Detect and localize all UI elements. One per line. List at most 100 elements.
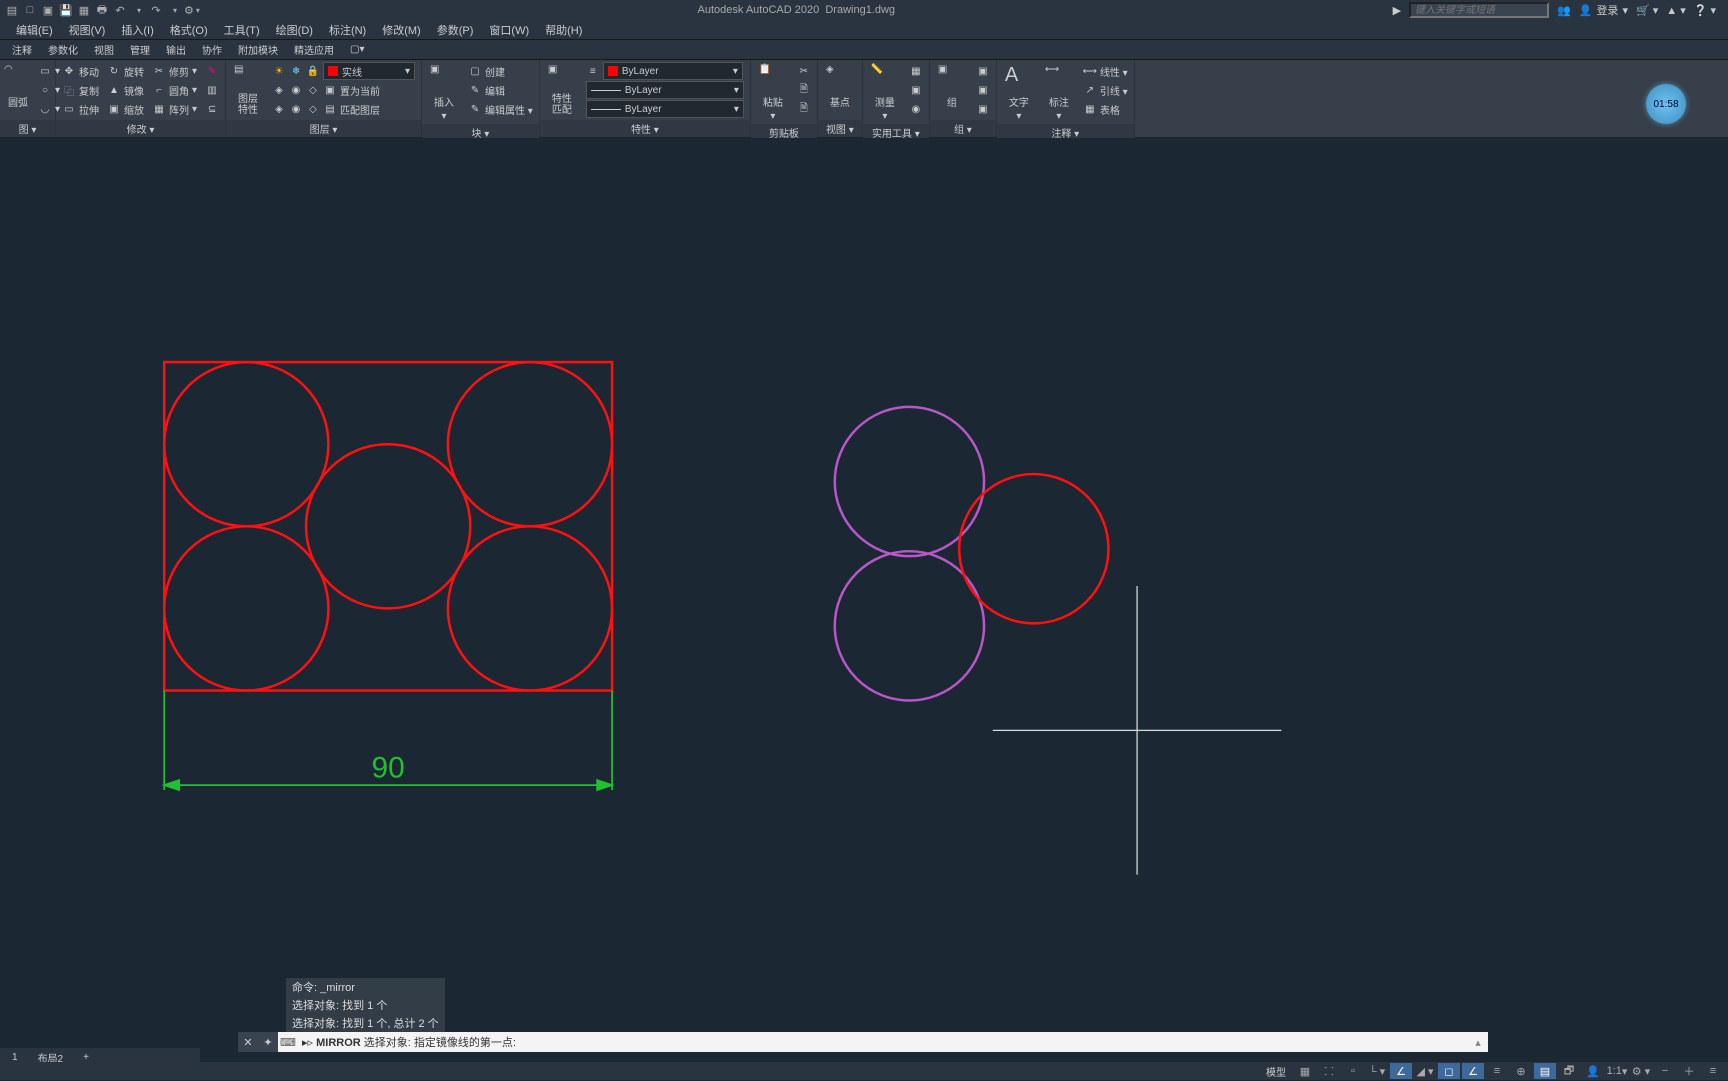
group-button[interactable]: ▣ 组 — [934, 62, 970, 111]
cut-button[interactable]: ✂ — [795, 62, 813, 80]
explode-button[interactable]: ▥ — [203, 81, 221, 99]
copybase-button[interactable]: 🗎 — [795, 100, 813, 118]
color-dropdown[interactable]: ByLayer▾ — [603, 62, 743, 80]
undo-dropdown[interactable] — [130, 2, 146, 18]
fillet-button[interactable]: ⌐圆角 ▾ — [150, 81, 199, 99]
status-zoom-out[interactable]: − — [1654, 1063, 1676, 1079]
saveas-icon[interactable]: ▦ — [76, 2, 92, 18]
layer-match-button[interactable]: ◈◉◇ ▤匹配图层 — [270, 100, 417, 118]
util-2[interactable]: ▣ — [907, 81, 925, 99]
tab-featured[interactable]: 精选应用 — [286, 40, 342, 59]
util-3[interactable]: ◉ — [907, 100, 925, 118]
layer-setcurrent-button[interactable]: ◈◉◇ ▣置为当前 — [270, 81, 417, 99]
modify-panel-title[interactable]: 修改 ▾ — [56, 120, 225, 137]
help-icon[interactable]: ❔ ▾ — [1694, 4, 1716, 17]
trim-button[interactable]: ✂修剪 ▾ — [150, 62, 199, 80]
signin-icon[interactable]: 👥 — [1557, 4, 1571, 17]
open-icon[interactable]: ▣ — [40, 2, 56, 18]
status-osnap[interactable]: ◻ — [1438, 1063, 1460, 1079]
new-icon[interactable]: □ — [22, 2, 38, 18]
menu-window[interactable]: 窗口(W) — [481, 20, 537, 40]
block-attr-button[interactable]: ✎编辑属性 ▾ — [466, 100, 535, 118]
signin-button[interactable]: 👤 登录 ▾ — [1579, 2, 1628, 18]
group-sel-button[interactable]: ▣ — [974, 100, 992, 118]
block-edit-button[interactable]: ✎编辑 — [466, 81, 535, 99]
redo-icon[interactable]: ↷ — [148, 2, 164, 18]
cmd-config-button[interactable]: ✦ — [258, 1032, 278, 1052]
menu-insert[interactable]: 插入(I) — [113, 20, 161, 40]
leader-button[interactable]: ↗引线 ▾ — [1081, 81, 1130, 99]
group-edit-button[interactable]: ▣ — [974, 81, 992, 99]
print-icon[interactable]: 🖶 — [94, 2, 110, 18]
status-sel[interactable]: 🗗 — [1558, 1063, 1580, 1079]
menu-dim[interactable]: 标注(N) — [321, 20, 374, 40]
insert-button[interactable]: ▣ 插入▾ — [426, 62, 462, 124]
text-button[interactable]: A 文字▾ — [1001, 62, 1037, 124]
undo-icon[interactable]: ↶ — [112, 2, 128, 18]
command-line[interactable]: ✕ ✦ ⌨ ▸▹ MIRROR 选择对象: 指定镜像线的第一点: ▴ — [238, 1032, 1488, 1052]
layer-freeze-icon[interactable]: ❄ — [289, 64, 303, 78]
tab-addins[interactable]: 附加模块 — [230, 40, 286, 59]
tab-view[interactable]: 视图 — [86, 40, 122, 59]
scale-button[interactable]: ▣缩放 — [105, 100, 146, 118]
cmd-scroll-up[interactable]: ▴ — [1468, 1036, 1488, 1049]
menu-view[interactable]: 视图(V) — [61, 20, 114, 40]
dim-linear-button[interactable]: ⟷线性 ▾ — [1081, 62, 1130, 80]
status-ortho[interactable]: └ ▾ — [1366, 1063, 1388, 1079]
view-panel-title[interactable]: 视图 ▾ — [818, 120, 862, 137]
tab-param[interactable]: 参数化 — [40, 40, 86, 59]
copy-button[interactable]: ⿻复制 — [60, 81, 101, 99]
basepoint-button[interactable]: ◈ 基点 — [822, 62, 858, 111]
status-model[interactable]: 模型 — [1260, 1064, 1292, 1079]
menu-help[interactable]: 帮助(H) — [537, 20, 590, 40]
status-grid[interactable]: ▦ — [1294, 1063, 1316, 1079]
layer-panel-title[interactable]: 图层 ▾ — [226, 120, 421, 137]
exchange-icon[interactable]: 🛒 ▾ — [1636, 4, 1658, 17]
app-store-icon[interactable]: ▲ ▾ — [1666, 4, 1685, 17]
menu-tools[interactable]: 工具(T) — [216, 20, 268, 40]
erase-button[interactable]: ✎ — [203, 62, 221, 80]
measure-button[interactable]: 📏 测量▾ — [867, 62, 903, 124]
status-snap[interactable]: ▫ — [1342, 1063, 1364, 1079]
matchprop-button[interactable]: ▣ 特性匹配 — [544, 62, 580, 118]
status-trans[interactable]: ▤ — [1534, 1063, 1556, 1079]
tab-annotate[interactable]: 注释 — [4, 40, 40, 59]
search-input[interactable] — [1409, 2, 1549, 18]
ungroup-button[interactable]: ▣ — [974, 62, 992, 80]
copy-clip-button[interactable]: 🗎 — [795, 81, 813, 99]
mirror-button[interactable]: ▲镜像 — [105, 81, 146, 99]
lineweight-dropdown[interactable]: ByLayer▾ — [586, 81, 744, 99]
draw-panel-title[interactable]: 图 ▾ — [0, 120, 55, 137]
play-icon[interactable]: ▶ — [1393, 4, 1401, 17]
status-iso[interactable]: ◢ ▾ — [1414, 1063, 1436, 1079]
status-custom[interactable]: ≡ — [1702, 1063, 1724, 1079]
linetype-dropdown[interactable]: ByLayer▾ — [586, 100, 744, 118]
status-gear[interactable]: ⚙ ▾ — [1630, 1063, 1652, 1079]
tab-manage[interactable]: 管理 — [122, 40, 158, 59]
status-grid2[interactable]: ⸬ — [1318, 1063, 1340, 1079]
status-polar[interactable]: ∠ — [1390, 1063, 1412, 1079]
array-button[interactable]: ▦阵列 ▾ — [150, 100, 199, 118]
qat-more[interactable]: ⚙ — [184, 2, 200, 18]
tab-blank[interactable]: ▢▾ — [342, 42, 372, 57]
group-panel-title[interactable]: 组 ▾ — [930, 120, 996, 137]
block-create-button[interactable]: ▢创建 — [466, 62, 535, 80]
stretch-button[interactable]: ▭拉伸 — [60, 100, 101, 118]
menu-format[interactable]: 格式(O) — [162, 20, 216, 40]
drawing-canvas[interactable]: 90 — [0, 138, 1728, 1044]
layer-lock-icon[interactable]: 🔒 — [306, 64, 320, 78]
command-text[interactable]: ▸▹ MIRROR 选择对象: 指定镜像线的第一点: — [298, 1034, 1468, 1050]
dim-button[interactable]: ⟷ 标注▾ — [1041, 62, 1077, 124]
offset-button[interactable]: ⊆ — [203, 100, 221, 118]
status-scale[interactable]: 1:1▾ — [1606, 1063, 1628, 1079]
redo-dropdown[interactable] — [166, 2, 182, 18]
layer-bulb-icon[interactable]: ☀ — [272, 64, 286, 78]
status-qp[interactable]: 👤 — [1582, 1063, 1604, 1079]
table-button[interactable]: ▦表格 — [1081, 100, 1130, 118]
app-menu-icon[interactable]: ▤ — [4, 2, 20, 18]
save-icon[interactable]: 💾 — [58, 2, 74, 18]
menu-draw[interactable]: 绘图(D) — [268, 20, 321, 40]
props-panel-title[interactable]: 特性 ▾ — [540, 120, 750, 137]
tab-collab[interactable]: 协作 — [194, 40, 230, 59]
util-1[interactable]: ▦ — [907, 62, 925, 80]
